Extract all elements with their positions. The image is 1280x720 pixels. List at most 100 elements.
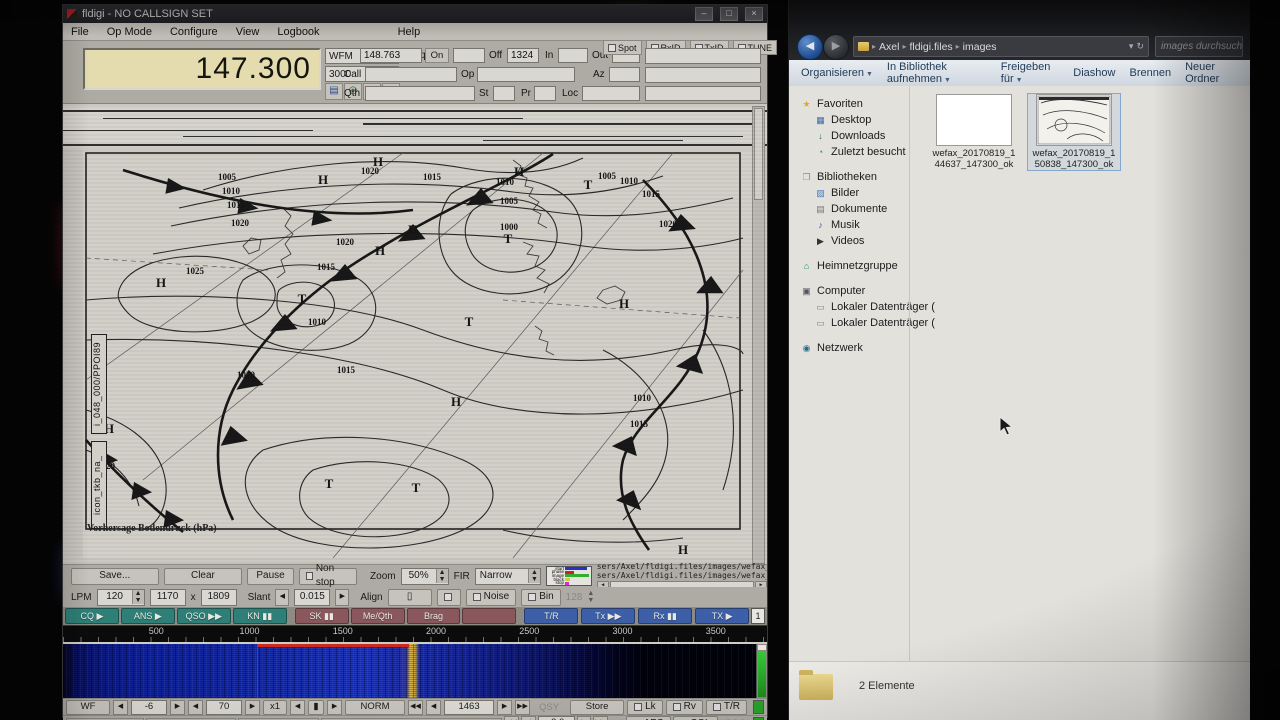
forward-button[interactable]: ▶	[823, 34, 849, 60]
zoom-stepper[interactable]: 50%▲▼	[401, 568, 449, 585]
slideshow-button[interactable]: Diashow	[1073, 67, 1115, 79]
sidebar-item-computer[interactable]: ▣Computer	[789, 283, 909, 299]
sidebar-item-local-disk-2[interactable]: ▭Lokaler Datenträger (	[789, 315, 909, 331]
add-to-library-menu[interactable]: In Bibliothek aufnehmen▼	[887, 61, 987, 85]
call-field[interactable]	[365, 67, 457, 82]
macro-brag[interactable]: Brag	[407, 608, 461, 624]
noise-checkbox[interactable]: Noise	[466, 589, 517, 606]
menu-view[interactable]: View	[236, 26, 260, 38]
menu-file[interactable]: File	[71, 26, 89, 38]
double-left-arrow-icon[interactable]: ◀◀	[504, 716, 519, 720]
chevron-down-icon[interactable]: ▾	[1129, 41, 1134, 52]
store-button[interactable]: Store	[570, 700, 624, 715]
sidebar-item-zuletzt-besucht[interactable]: ◔Zuletzt besucht	[789, 144, 909, 160]
macro-cq[interactable]: CQ ▶	[65, 608, 119, 624]
afc-checkbox[interactable]: AFC	[626, 716, 671, 720]
share-with-menu[interactable]: Freigeben für▼	[1001, 61, 1060, 85]
sidebar-item-netzwerk[interactable]: ◉Netzwerk	[789, 340, 909, 356]
macro-kn[interactable]: KN ▮▮	[233, 608, 287, 624]
updown-icon[interactable]: ▲▼	[528, 569, 540, 583]
off-field[interactable]: 1324	[507, 48, 539, 63]
right-arrow-icon[interactable]: ▶	[327, 700, 342, 715]
search-input[interactable]: images durchsuchen	[1155, 36, 1243, 57]
sidebar-item-bilder[interactable]: ▨Bilder	[789, 185, 909, 201]
align-checkbox[interactable]	[437, 589, 461, 606]
wf-gain-value[interactable]: -6	[131, 700, 167, 715]
left-arrow-icon[interactable]: ◀	[521, 716, 536, 720]
updown-icon[interactable]: ▲▼	[132, 590, 144, 604]
double-left-arrow-icon[interactable]: ◀◀	[408, 700, 423, 715]
pause-button[interactable]: Pause	[247, 568, 293, 585]
scrollbar-thumb[interactable]	[754, 108, 763, 200]
sql-checkbox[interactable]: SQL	[673, 716, 718, 720]
fldigi-titlebar[interactable]: fldigi - NO CALLSIGN SET – □ ×	[63, 5, 767, 23]
sidebar-item-local-disk-1[interactable]: ▭Lokaler Datenträger (	[789, 299, 909, 315]
left-arrow-icon[interactable]: ◀	[113, 700, 128, 715]
right-arrow-icon[interactable]: ▶	[497, 700, 512, 715]
sidebar-item-dokumente[interactable]: ▤Dokumente	[789, 201, 909, 217]
blank-field[interactable]	[453, 48, 485, 63]
sidebar-item-bibliotheken[interactable]: ❒Bibliotheken	[789, 169, 909, 185]
menu-configure[interactable]: Configure	[170, 26, 218, 38]
reverse-checkbox[interactable]: Rv	[666, 700, 703, 715]
clear-button[interactable]: Clear	[164, 568, 243, 585]
right-arrow-icon[interactable]: ▶	[245, 700, 260, 715]
carrier-frequency[interactable]: 1463	[444, 700, 494, 715]
slant-value[interactable]: 0.015	[294, 589, 330, 606]
left-arrow-icon[interactable]: ◀	[290, 700, 305, 715]
wf-speed-button[interactable]: NORM	[345, 700, 405, 715]
loc-field[interactable]	[582, 86, 640, 101]
minimize-button[interactable]: –	[695, 7, 713, 21]
right-arrow-icon[interactable]: ▶	[335, 589, 349, 606]
sidebar-item-favoriten[interactable]: ★Favoriten	[789, 96, 909, 112]
wf-range-value[interactable]: 70	[206, 700, 242, 715]
thumbnail-noise-image[interactable]	[936, 94, 1012, 146]
breadcrumb-images[interactable]: images	[963, 41, 997, 53]
left-arrow-icon[interactable]: ◀	[275, 589, 289, 606]
fax-vertical-scrollbar[interactable]	[752, 106, 765, 564]
sidebar-item-heimnetzgruppe[interactable]: ⌂Heimnetzgruppe	[789, 258, 909, 274]
macro-empty[interactable]	[462, 608, 516, 624]
right-arrow-icon[interactable]: ▶	[170, 700, 185, 715]
organize-menu[interactable]: Organisieren▼	[801, 67, 873, 79]
bin-checkbox[interactable]: Bin	[521, 589, 560, 606]
wf-stop-button[interactable]: ▮	[308, 700, 324, 715]
new-folder-button[interactable]: Neuer Ordner	[1185, 61, 1238, 85]
right-arrow-icon[interactable]: ▶	[577, 716, 592, 720]
rig-freq-field[interactable]: 148.763	[360, 48, 422, 63]
pr-field[interactable]	[534, 86, 556, 101]
fir-select[interactable]: Narrow▲▼	[475, 568, 541, 585]
txrx-checkbox[interactable]: T/R	[706, 700, 747, 715]
close-button[interactable]: ×	[745, 7, 763, 21]
address-bar[interactable]: ▸ Axel ▸ fldigi.files ▸ images ▾ ↻	[853, 36, 1149, 57]
burn-button[interactable]: Brennen	[1129, 67, 1171, 79]
lock-checkbox[interactable]: Lk	[627, 700, 663, 715]
sidebar-item-videos[interactable]: ▶Videos	[789, 233, 909, 249]
explorer-titlebar[interactable]: ◀ ▶ ▸ Axel ▸ fldigi.files ▸ images ▾ ↻ i…	[789, 0, 1250, 60]
refresh-icon[interactable]: ↻	[1136, 41, 1144, 52]
sidebar-item-downloads[interactable]: ↓Downloads	[789, 128, 909, 144]
updown-icon[interactable]: ▲▼	[587, 590, 594, 604]
maximize-button[interactable]: □	[720, 7, 738, 21]
sidebar-item-musik[interactable]: ♪Musik	[789, 217, 909, 233]
qth-field[interactable]	[365, 86, 475, 101]
menu-help[interactable]: Help	[398, 26, 421, 38]
menu-op-mode[interactable]: Op Mode	[107, 26, 152, 38]
wefax-receive-view[interactable]: HH102010051010101510201020H10151025HT101…	[63, 104, 767, 565]
afc-offset[interactable]: -3.0	[538, 716, 575, 720]
logbook-icon[interactable]: ▤	[325, 83, 343, 100]
in-field[interactable]	[558, 48, 588, 63]
non-stop-checkbox[interactable]: Non stop	[299, 568, 357, 585]
left-arrow-icon[interactable]: ◀	[188, 700, 203, 715]
macro-sk[interactable]: SK ▮▮	[295, 608, 349, 624]
macro-tx[interactable]: Tx ▶▶	[581, 608, 635, 624]
op-field[interactable]	[477, 67, 575, 82]
spot-toggle[interactable]: Spot	[603, 40, 642, 55]
file-item-1[interactable]: wefax_20170819_144637_147300_ok	[928, 94, 1020, 170]
breadcrumb-axel[interactable]: Axel	[879, 41, 899, 53]
macro-tr[interactable]: T/R	[524, 608, 578, 624]
back-button[interactable]: ◀	[797, 34, 823, 60]
weather-fax-chart[interactable]: HH102010051010101510201020H10151025HT101…	[83, 150, 755, 558]
align-slider[interactable]: ▯	[388, 589, 432, 606]
left-arrow-icon[interactable]: ◀	[426, 700, 441, 715]
